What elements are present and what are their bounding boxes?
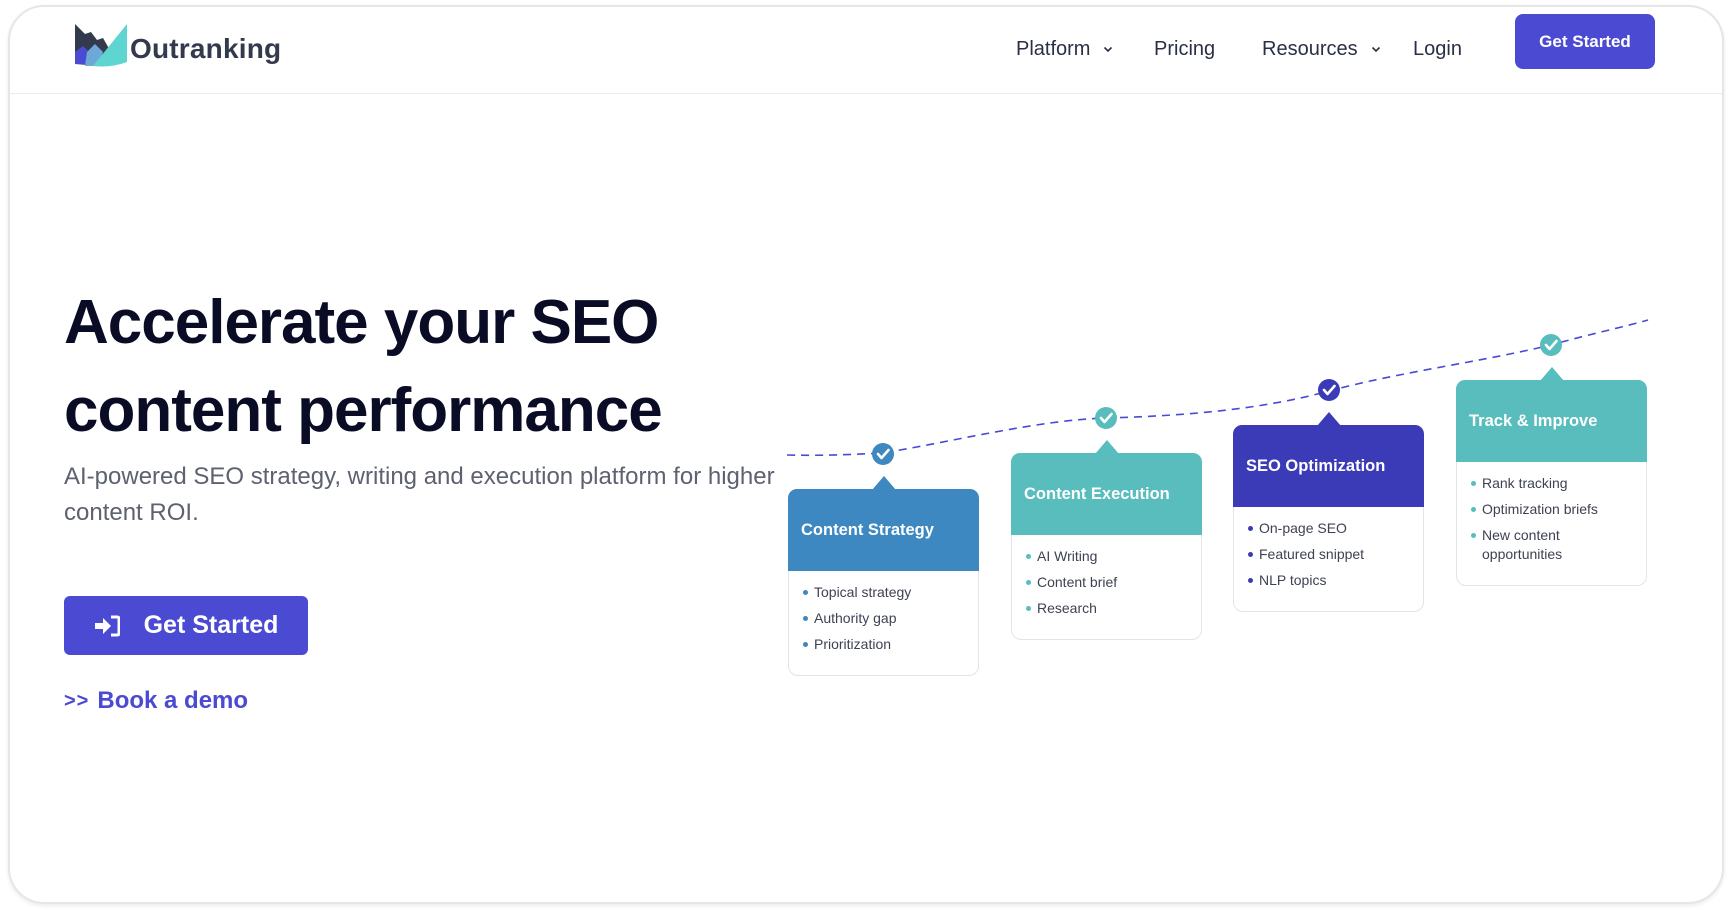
card-pointer <box>1539 367 1564 381</box>
card-pointer <box>871 476 896 490</box>
roadmap-card-item: Authority gap <box>803 609 966 628</box>
chevron-down-icon <box>1371 46 1380 53</box>
nav-platform-label: Platform <box>1016 37 1091 60</box>
hero-get-started-button[interactable]: Get Started <box>64 596 308 655</box>
double-chevron-right-icon: >> <box>64 689 90 712</box>
roadmap-card-item: New content opportunities <box>1471 526 1634 564</box>
roadmap-card-title: Content Strategy <box>788 476 979 571</box>
roadmap-card-title: Track & Improve <box>1456 367 1647 462</box>
roadmap-card-list: Rank tracking Optimization briefs New cont… <box>1457 462 1646 585</box>
roadmap-card-item: Rank tracking <box>1471 474 1634 493</box>
roadmap-card-list: Topical strategy Authority gap Prioritizat… <box>789 571 978 675</box>
header-get-started-button[interactable]: Get Started <box>1515 14 1655 69</box>
roadmap-card-title-text: Track & Improve <box>1469 411 1598 430</box>
roadmap-card-item: Featured snippet <box>1248 545 1411 564</box>
nav-login-label: Login <box>1413 37 1462 60</box>
card-pointer <box>1094 440 1119 454</box>
hero-title: Accelerate your SEO content performance <box>64 279 663 455</box>
roadmap-card-item: Content brief <box>1026 573 1189 592</box>
site-header: Outranking Platform Pricing Resources Lo… <box>10 7 1722 94</box>
hero-subtitle: AI-powered SEO strategy, writing and exe… <box>64 463 775 526</box>
hero-title-line-1: Accelerate your SEO <box>64 288 659 357</box>
book-demo-link[interactable]: >> Book a demo <box>64 687 248 715</box>
nav-resources-label: Resources <box>1262 37 1358 60</box>
roadmap-card-item: On-page SEO <box>1248 519 1411 538</box>
nav-pricing-label: Pricing <box>1154 37 1216 60</box>
roadmap-card-track-improve: Track & Improve Rank tracking Optimization… <box>1456 367 1647 586</box>
hero-get-started-label: Get Started <box>143 611 279 639</box>
chevron-down-icon <box>1104 46 1113 53</box>
hero-title-line-2: content performance <box>64 376 663 445</box>
roadmap-card-title-text: SEO Optimization <box>1246 456 1386 475</box>
nav-login[interactable]: Login <box>1413 29 1462 69</box>
roadmap-card-content-execution: Content Execution AI Writing Content brief… <box>1011 440 1202 640</box>
card-pointer <box>1316 412 1341 426</box>
roadmap-card-item: Prioritization <box>803 635 966 654</box>
roadmap-card-item: Research <box>1026 599 1189 618</box>
roadmap-card-list: On-page SEO Featured snippet NLP topics <box>1234 507 1423 611</box>
roadmap-card-content-strategy: Content Strategy Topical strategy Authorit… <box>788 476 979 676</box>
roadmap-card-title-text: Content Strategy <box>801 520 934 539</box>
nav-resources[interactable]: Resources <box>1262 29 1382 69</box>
sign-in-icon <box>94 615 120 636</box>
roadmap-card-title: SEO Optimization <box>1233 412 1424 507</box>
roadmap-card-seo-optimization: SEO Optimization On-page SEO Featured snip… <box>1233 412 1424 612</box>
book-demo-label: Book a demo <box>97 687 249 714</box>
nav-platform[interactable]: Platform <box>1016 29 1114 69</box>
roadmap-card-title-text: Content Execution <box>1024 484 1170 503</box>
main-nav: Platform Pricing Resources Login <box>10 29 1722 69</box>
roadmap-card-list: AI Writing Content brief Research <box>1012 535 1201 639</box>
roadmap-card-item: NLP topics <box>1248 571 1411 590</box>
roadmap-card-item: AI Writing <box>1026 547 1189 566</box>
nav-pricing[interactable]: Pricing <box>1154 29 1215 69</box>
roadmap-card-item: Topical strategy <box>803 583 966 602</box>
roadmap-card-title: Content Execution <box>1011 440 1202 535</box>
roadmap-card-item: Optimization briefs <box>1471 500 1634 519</box>
